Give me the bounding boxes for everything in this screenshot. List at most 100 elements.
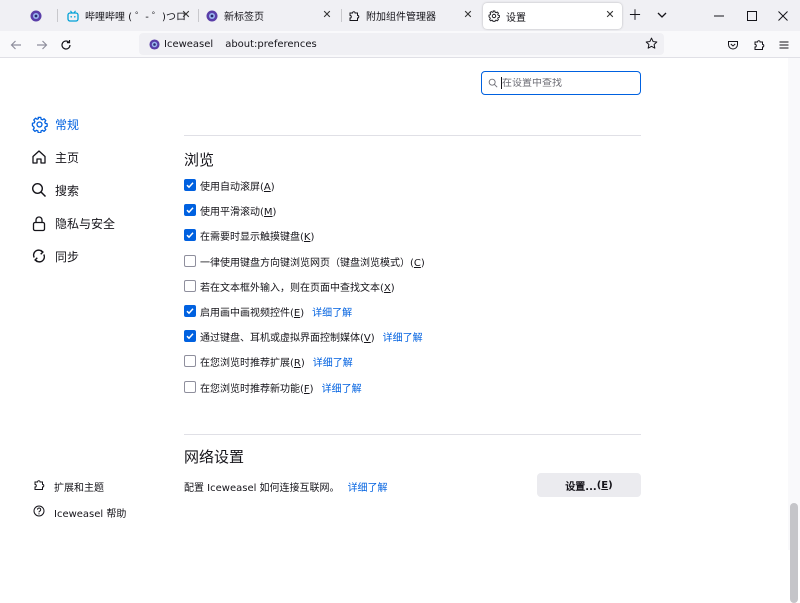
puzzle-icon bbox=[33, 479, 45, 494]
identity-box[interactable]: Iceweasel bbox=[145, 36, 217, 52]
scrollbar-thumb[interactable] bbox=[790, 503, 798, 603]
settings-search-input[interactable] bbox=[502, 77, 632, 89]
settings-search-box[interactable] bbox=[481, 71, 641, 95]
sidebar-item-general[interactable]: 常规 bbox=[30, 112, 79, 136]
scrollbar[interactable] bbox=[788, 58, 800, 603]
close-icon[interactable]: ✕ bbox=[462, 9, 474, 21]
iceweasel-icon bbox=[206, 10, 218, 22]
close-icon[interactable]: ✕ bbox=[180, 9, 192, 21]
sidebar-item-label: 同步 bbox=[55, 249, 80, 264]
tab-strip: 哔哩哔哩 ( ゜- ゜)つロ 干杯~-bilibili ✕ 新标签页 ✕ 附加组… bbox=[0, 0, 800, 31]
checkbox-checked[interactable] bbox=[184, 330, 196, 342]
menu-button[interactable] bbox=[774, 35, 794, 55]
network-learn-more-link[interactable]: 详细了解 bbox=[348, 479, 388, 494]
browsing-section-title: 浏览 bbox=[184, 151, 215, 169]
tab-title: 附加组件管理器 bbox=[366, 12, 436, 23]
navigation-toolbar: Iceweasel about:preferences bbox=[0, 31, 800, 58]
sidebar-item-sync[interactable]: 同步 bbox=[30, 244, 79, 268]
learn-more-link[interactable]: 详细了解 bbox=[313, 354, 353, 369]
checkbox-unchecked[interactable] bbox=[184, 255, 196, 267]
checkbox-option[interactable]: 在您浏览时推荐新功能(F) 详细了解 bbox=[184, 379, 362, 395]
arrow-right-icon bbox=[37, 40, 48, 50]
url-text[interactable]: about:preferences bbox=[225, 39, 317, 50]
checkbox-option[interactable]: 使用自动滚屏(A) bbox=[184, 177, 275, 193]
checkbox-label: 若在文本框外输入，则在页面中查找文本(X) bbox=[200, 282, 395, 294]
checkmark-icon bbox=[186, 182, 194, 189]
checkbox-unchecked[interactable] bbox=[184, 381, 196, 393]
lock-icon bbox=[30, 214, 48, 232]
checkbox-unchecked[interactable] bbox=[184, 355, 196, 367]
sidebar-addons-link[interactable]: 扩展和主题 bbox=[33, 477, 104, 495]
pocket-button[interactable] bbox=[723, 35, 743, 55]
puzzle-icon bbox=[754, 40, 765, 50]
maximize-icon bbox=[747, 10, 757, 21]
hamburger-menu-icon bbox=[779, 41, 789, 49]
bookmark-star-icon[interactable] bbox=[645, 37, 658, 53]
learn-more-link[interactable]: 详细了解 bbox=[322, 380, 362, 395]
window-close-button[interactable] bbox=[760, 0, 800, 31]
search-icon bbox=[30, 181, 48, 199]
forward-button[interactable] bbox=[32, 35, 52, 55]
checkbox-option[interactable]: 在您浏览时推荐扩展(R) 详细了解 bbox=[184, 353, 353, 369]
arrow-left-icon bbox=[10, 40, 21, 50]
iceweasel-icon bbox=[30, 10, 42, 22]
checkbox-checked[interactable] bbox=[184, 229, 196, 241]
sidebar-item-label: 主页 bbox=[55, 150, 80, 165]
network-settings-label: 设置... bbox=[565, 481, 597, 493]
new-tab-button[interactable]: ＋ bbox=[626, 6, 644, 24]
tab-addons-manager[interactable]: 附加组件管理器 ✕ bbox=[345, 0, 480, 31]
checkbox-checked[interactable] bbox=[184, 204, 196, 216]
network-section-title: 网络设置 bbox=[184, 448, 245, 466]
pocket-icon bbox=[728, 41, 738, 50]
sidebar-footer-label: Iceweasel 帮助 bbox=[54, 508, 127, 520]
sidebar-item-label: 隐私与安全 bbox=[55, 216, 116, 231]
tab-iceweasel[interactable] bbox=[30, 0, 54, 31]
checkbox-option[interactable]: 若在文本框外输入，则在页面中查找文本(X) bbox=[184, 278, 395, 294]
sidebar-item-home[interactable]: 主页 bbox=[30, 145, 79, 169]
sync-icon bbox=[30, 247, 48, 265]
tab-bilibili[interactable]: 哔哩哔哩 ( ゜- ゜)つロ 干杯~-bilibili ✕ bbox=[64, 0, 196, 31]
checkbox-checked[interactable] bbox=[184, 179, 196, 191]
checkbox-label: 使用自动滚屏(A) bbox=[200, 181, 275, 193]
minimize-icon bbox=[714, 15, 724, 16]
learn-more-link[interactable]: 详细了解 bbox=[383, 329, 423, 344]
network-description-row: 配置 Iceweasel 如何连接互联网。 详细了解 bbox=[184, 478, 388, 494]
tab-settings[interactable]: 设置 ✕ bbox=[483, 3, 622, 29]
sidebar-item-label: 常规 bbox=[55, 117, 80, 132]
tab-list-button[interactable] bbox=[653, 6, 671, 24]
network-settings-button[interactable]: 设置... (E) bbox=[537, 473, 641, 497]
checkbox-option[interactable]: 启用画中画视频控件(E) 详细了解 bbox=[184, 303, 352, 319]
network-description: 配置 Iceweasel 如何连接互联网。 bbox=[184, 482, 340, 494]
tab-title: 设置 bbox=[506, 12, 526, 24]
checkbox-option[interactable]: 一律使用键盘方向键浏览网页（键盘浏览模式）(C) bbox=[184, 253, 425, 269]
close-icon[interactable]: ✕ bbox=[321, 9, 333, 21]
reload-icon bbox=[61, 40, 71, 50]
checkbox-label: 使用平滑滚动(M) bbox=[200, 206, 277, 218]
learn-more-link[interactable]: 详细了解 bbox=[312, 304, 352, 319]
help-icon bbox=[33, 505, 45, 520]
checkbox-option[interactable]: 通过键盘、耳机或虚拟界面控制媒体(V) 详细了解 bbox=[184, 328, 423, 344]
section-divider bbox=[184, 434, 641, 435]
checkbox-option[interactable]: 使用平滑滚动(M) bbox=[184, 202, 276, 218]
sidebar-help-link[interactable]: Iceweasel 帮助 bbox=[33, 503, 126, 521]
tab-title: 新标签页 bbox=[224, 12, 264, 23]
sidebar-item-privacy[interactable]: 隐私与安全 bbox=[30, 211, 115, 235]
close-icon[interactable]: ✕ bbox=[604, 9, 616, 21]
tab-title: 哔哩哔哩 ( ゜- ゜)つロ 干杯~-bilibili bbox=[85, 12, 185, 23]
gear-icon bbox=[488, 10, 500, 22]
extensions-button[interactable] bbox=[749, 35, 769, 55]
back-button[interactable] bbox=[6, 35, 26, 55]
checkbox-label: 启用画中画视频控件(E) bbox=[200, 307, 305, 319]
network-settings-accesskey: (E) bbox=[596, 479, 613, 491]
gear-icon bbox=[30, 115, 48, 133]
puzzle-icon bbox=[348, 10, 360, 22]
tab-new-tab[interactable]: 新标签页 ✕ bbox=[203, 0, 339, 31]
checkbox-unchecked[interactable] bbox=[184, 280, 196, 292]
chevron-down-icon bbox=[657, 12, 667, 18]
iceweasel-icon bbox=[149, 38, 160, 50]
reload-button[interactable] bbox=[56, 35, 76, 55]
checkbox-checked[interactable] bbox=[184, 305, 196, 317]
address-bar[interactable]: Iceweasel about:preferences bbox=[139, 33, 664, 55]
sidebar-item-search[interactable]: 搜索 bbox=[30, 178, 79, 202]
checkbox-option[interactable]: 在需要时显示触摸键盘(K) bbox=[184, 227, 314, 243]
